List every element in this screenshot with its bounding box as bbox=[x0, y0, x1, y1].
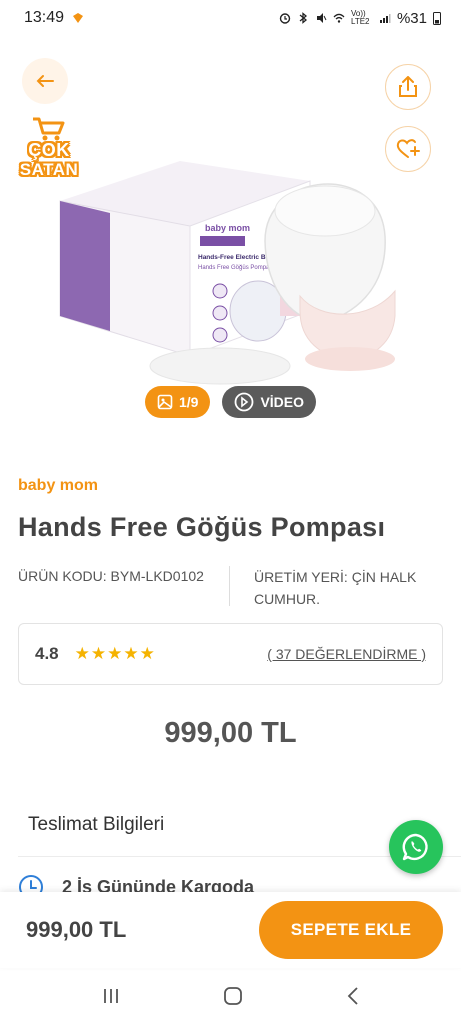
app-notification-icon bbox=[73, 13, 84, 23]
product-meta: ÜRÜN KODU: BYM-LKD0102 ÜRETİM YERİ: ÇİN … bbox=[18, 566, 443, 610]
system-nav-bar bbox=[0, 968, 461, 1024]
bottom-price: 999,00 TL bbox=[26, 917, 127, 942]
rating-box[interactable]: 4.8 ★★★★★ ( 37 DEĞERLENDİRME ) bbox=[18, 623, 443, 685]
status-bar: 13:49 Vo)) LTE2 %31 bbox=[0, 0, 461, 36]
product-code: ÜRÜN KODU: BYM-LKD0102 bbox=[18, 568, 204, 584]
play-circle-icon bbox=[235, 392, 254, 412]
box-subtitle-label: Hands Free Göğüs Pompası bbox=[198, 265, 274, 271]
home-icon[interactable] bbox=[223, 986, 243, 1006]
whatsapp-button[interactable] bbox=[389, 820, 443, 874]
mute-icon bbox=[316, 13, 327, 23]
back-nav-icon[interactable] bbox=[346, 986, 360, 1006]
back-button[interactable] bbox=[22, 58, 68, 104]
rating-value: 4.8 bbox=[35, 644, 59, 663]
brand-link[interactable]: baby mom bbox=[18, 477, 98, 495]
clock: 13:49 bbox=[24, 9, 65, 26]
network-label: Vo)) LTE2 bbox=[350, 9, 370, 26]
status-right: Vo)) LTE2 %31 bbox=[279, 10, 441, 27]
bluetooth-icon bbox=[299, 12, 307, 24]
product-price: 999,00 TL bbox=[164, 717, 297, 749]
status-left: 13:49 bbox=[24, 9, 84, 27]
product-title: Hands Free Göğüs Pompası bbox=[18, 512, 386, 542]
signal-icon bbox=[379, 14, 391, 23]
delivery-info-title: Teslimat Bilgileri bbox=[28, 814, 165, 835]
reviews-link[interactable]: ( 37 DEĞERLENDİRME ) bbox=[267, 646, 426, 662]
image-icon bbox=[157, 394, 173, 410]
meta-divider bbox=[228, 566, 230, 606]
product-gallery[interactable]: ÇOK SATAN baby mom Hands-Free Electric B… bbox=[0, 36, 461, 436]
alarm-icon bbox=[279, 13, 291, 24]
product-origin: ÜRETİM YERİ: ÇİN HALK CUMHUR. bbox=[253, 569, 417, 607]
cart-icon bbox=[33, 117, 65, 141]
photo-counter-button[interactable]: 1/9 bbox=[144, 386, 211, 418]
share-icon bbox=[399, 76, 417, 97]
wifi-icon bbox=[333, 13, 345, 23]
whatsapp-icon bbox=[402, 833, 428, 861]
product-image: baby mom Hands-Free Electric Breast Pump… bbox=[59, 161, 396, 385]
rating-stars: ★★★★★ bbox=[74, 644, 156, 663]
media-pills: 1/9 VİDEO bbox=[0, 386, 461, 418]
box-brand-label: baby mom bbox=[205, 223, 250, 233]
photo-counter: 1/9 bbox=[178, 394, 199, 410]
video-label: VİDEO bbox=[260, 394, 305, 410]
recent-apps-icon[interactable] bbox=[101, 987, 121, 1005]
add-to-cart-button[interactable]: SEPETE EKLE bbox=[259, 901, 443, 959]
bottom-bar: 999,00 TL SEPETE EKLE bbox=[0, 892, 461, 968]
share-button[interactable] bbox=[385, 64, 431, 110]
video-button[interactable]: VİDEO bbox=[222, 386, 317, 418]
battery-level: %31 bbox=[396, 9, 427, 27]
arrow-left-icon bbox=[36, 75, 54, 87]
battery-icon bbox=[433, 12, 441, 25]
